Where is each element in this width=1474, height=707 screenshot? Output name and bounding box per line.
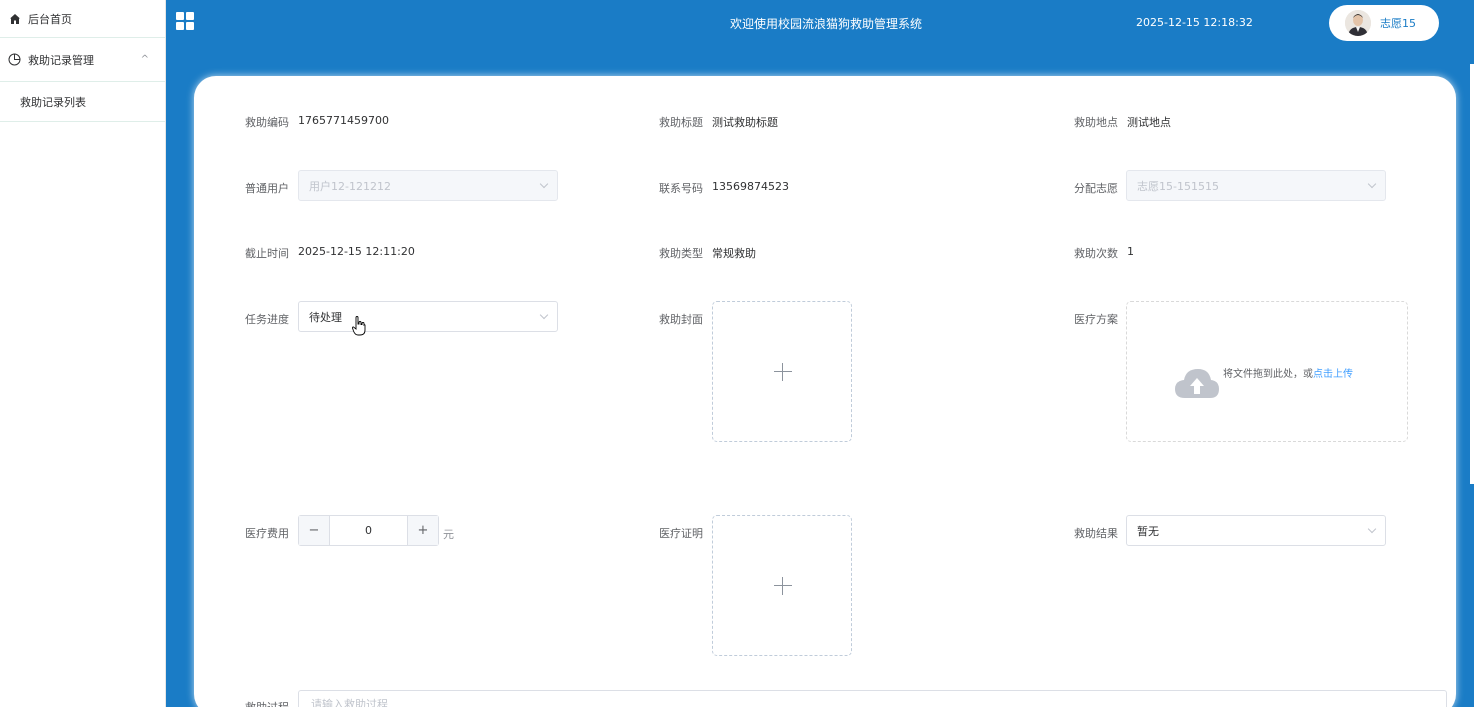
avatar (1345, 10, 1371, 36)
location-label: 救助地点 (1074, 116, 1118, 129)
user-select[interactable]: 用户12-121212 (298, 170, 558, 201)
sidebar-item-home[interactable]: 后台首页 (0, 0, 165, 38)
code-label: 救助编码 (245, 116, 289, 129)
top-header: 欢迎使用校园流浪猫狗救助管理系统 2025-12-15 12:18:32 志愿1… (166, 0, 1474, 78)
result-label: 救助结果 (1074, 527, 1118, 540)
pie-chart-icon (8, 53, 21, 66)
code-value: 1765771459700 (298, 114, 389, 127)
click-upload-link[interactable]: 点击上传 (1313, 369, 1353, 380)
hand-cursor-icon (352, 316, 366, 336)
count-label: 救助次数 (1074, 247, 1118, 260)
progress-select-value: 待处理 (309, 310, 342, 324)
user-name: 志愿15 (1380, 17, 1416, 30)
user-menu[interactable]: 志愿15 (1329, 5, 1439, 41)
progress-label: 任务进度 (245, 313, 289, 326)
page-title: 欢迎使用校园流浪猫狗救助管理系统 (729, 17, 922, 31)
location-value: 测试地点 (1127, 116, 1171, 129)
home-icon (8, 12, 21, 25)
sidebar-group-rescue-records[interactable]: 救助记录管理 ^ (0, 38, 165, 82)
chevron-down-icon (539, 310, 549, 320)
user-select-value: 用户12-121212 (309, 179, 391, 193)
title-value: 测试救助标题 (712, 116, 778, 129)
type-label: 救助类型 (659, 247, 703, 260)
count-value: 1 (1127, 245, 1134, 258)
volunteer-select-value: 志愿15-151515 (1137, 179, 1219, 193)
result-select-value: 暂无 (1137, 524, 1159, 538)
plan-upload-dragger[interactable]: 将文件拖到此处，或点击上传 (1126, 301, 1408, 442)
phone-value: 13569874523 (712, 180, 789, 193)
process-label: 救助过程 (245, 699, 289, 707)
process-textarea[interactable]: 请输入救助过程 (298, 690, 1447, 707)
result-select[interactable]: 暂无 (1126, 515, 1386, 546)
type-value: 常规救助 (712, 247, 756, 260)
volunteer-select[interactable]: 志愿15-151515 (1126, 170, 1386, 201)
phone-label: 联系号码 (659, 182, 703, 195)
cost-stepper[interactable]: − 0 + (298, 515, 439, 546)
sidebar: 后台首页 救助记录管理 ^ 救助记录列表 (0, 0, 166, 707)
cloud-upload-icon (1175, 369, 1219, 398)
plus-icon (774, 371, 792, 372)
chevron-down-icon (539, 179, 549, 189)
plan-label: 医疗方案 (1074, 313, 1118, 326)
chevron-up-icon: ^ (140, 54, 149, 65)
plus-icon (774, 585, 792, 586)
current-time: 2025-12-15 12:18:32 (1136, 16, 1253, 29)
progress-select[interactable]: 待处理 (298, 301, 558, 332)
cover-upload[interactable] (712, 301, 852, 442)
proof-upload[interactable] (712, 515, 852, 656)
sidebar-item-rescue-list[interactable]: 救助记录列表 (0, 82, 165, 122)
proof-label: 医疗证明 (659, 527, 703, 540)
sidebar-item-label: 后台首页 (28, 12, 72, 26)
sidebar-item-label: 救助记录列表 (20, 95, 86, 109)
user-label: 普通用户 (245, 182, 289, 195)
increment-button[interactable]: + (407, 516, 438, 545)
deadline-value: 2025-12-15 12:11:20 (298, 245, 415, 258)
cover-label: 救助封面 (659, 313, 703, 326)
chevron-down-icon (1367, 524, 1377, 534)
drag-text: 将文件拖到此处，或点击上传 (1223, 369, 1353, 380)
cost-label: 医疗费用 (245, 527, 289, 540)
sidebar-group-label: 救助记录管理 (28, 53, 94, 67)
chevron-down-icon (1367, 179, 1377, 189)
cost-unit: 元 (443, 528, 454, 541)
scrollbar[interactable] (1470, 64, 1474, 484)
title-label: 救助标题 (659, 116, 703, 129)
volunteer-label: 分配志愿 (1074, 182, 1118, 195)
deadline-label: 截止时间 (245, 247, 289, 260)
decrement-button[interactable]: − (299, 516, 330, 545)
cost-value[interactable]: 0 (330, 516, 407, 545)
